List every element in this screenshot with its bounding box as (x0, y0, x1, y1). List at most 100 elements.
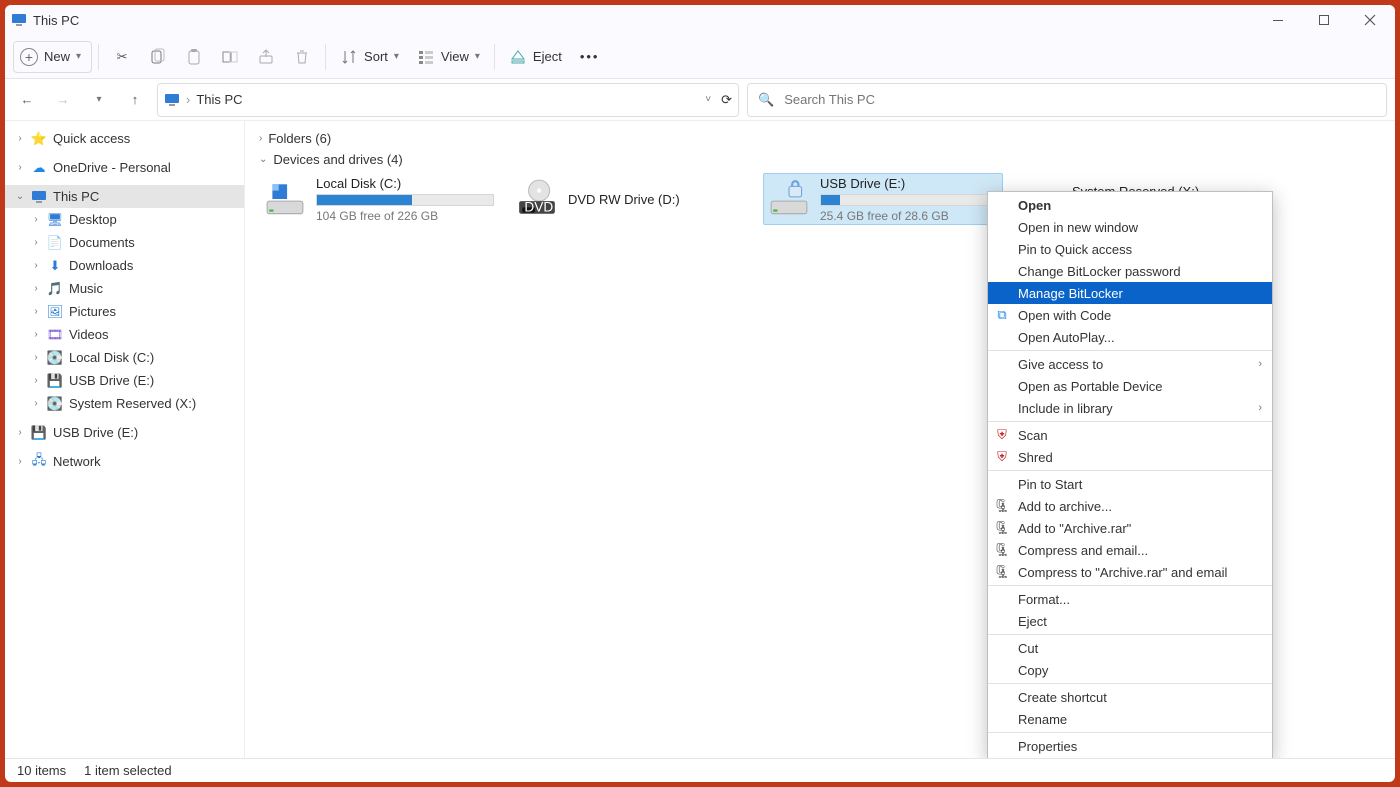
menu-properties[interactable]: Properties (988, 735, 1272, 757)
menu-open-with-code[interactable]: ⧉Open with Code (988, 304, 1272, 326)
view-button[interactable]: View ▾ (409, 41, 488, 73)
new-label: New (44, 49, 70, 64)
address-bar[interactable]: › This PC ˅ ⟳ (157, 83, 739, 117)
nav-onedrive[interactable]: ›☁OneDrive - Personal (5, 156, 244, 179)
drive-local-disk-c[interactable]: Local Disk (C:) 104 GB free of 226 GB (259, 173, 499, 225)
breadcrumb[interactable]: This PC (196, 92, 242, 107)
rename-button[interactable] (213, 41, 247, 73)
menu-open-portable[interactable]: Open as Portable Device (988, 375, 1272, 397)
drive-free: 25.4 GB free of 28.6 GB (820, 209, 998, 223)
menu-pin-start[interactable]: Pin to Start (988, 473, 1272, 495)
chevron-down-icon: ▾ (475, 51, 480, 62)
context-menu: Open Open in new window Pin to Quick acc… (987, 191, 1273, 758)
search-box[interactable]: 🔍 (747, 83, 1387, 117)
group-folders[interactable]: ›Folders (6) (259, 131, 1381, 146)
nav-this-pc[interactable]: ⌄This PC (5, 185, 244, 208)
menu-create-shortcut[interactable]: Create shortcut (988, 686, 1272, 708)
back-button[interactable]: ← (13, 86, 41, 114)
nav-downloads[interactable]: ›⬇Downloads (5, 254, 244, 277)
menu-manage-bitlocker[interactable]: Manage BitLocker (988, 282, 1272, 304)
new-button[interactable]: + New ▾ (13, 41, 92, 73)
menu-compress-email-rar[interactable]: 🗜Compress to "Archive.rar" and email (988, 561, 1272, 583)
drive-name: USB Drive (E:) (820, 176, 998, 191)
forward-button[interactable]: → (49, 86, 77, 114)
command-bar: + New ▾ ✂ Sort ▾ View ▾ Eject ••• (5, 35, 1395, 79)
chevron-down-icon: ▾ (394, 51, 399, 62)
drive-icon: 💽 (47, 350, 63, 366)
sort-label: Sort (364, 49, 388, 64)
nav-usb-e-root[interactable]: ›💾USB Drive (E:) (5, 421, 244, 444)
explorer-window: This PC + New ▾ ✂ Sort ▾ View ▾ (5, 5, 1395, 782)
recent-locations-button[interactable]: ▾ (85, 86, 113, 114)
nav-documents[interactable]: ›📄Documents (5, 231, 244, 254)
menu-change-bitlocker[interactable]: Change BitLocker password (988, 260, 1272, 282)
more-button[interactable]: ••• (572, 41, 608, 73)
maximize-button[interactable] (1301, 5, 1347, 35)
network-icon: 🖧 (31, 454, 47, 470)
chevron-down-icon: ▾ (76, 51, 81, 62)
nav-quick-access[interactable]: ›⭐Quick access (5, 127, 244, 150)
cut-button[interactable]: ✂ (105, 41, 139, 73)
view-label: View (441, 49, 469, 64)
this-pc-icon (11, 12, 27, 28)
archive-icon: 🗜 (992, 563, 1012, 581)
nav-usb-e[interactable]: ›💾USB Drive (E:) (5, 369, 244, 392)
eject-button[interactable]: Eject (501, 41, 570, 73)
drive-name: DVD RW Drive (D:) (568, 192, 746, 207)
nav-videos[interactable]: ›🎞Videos (5, 323, 244, 346)
menu-shred[interactable]: ⛨Shred (988, 446, 1272, 468)
menu-pin-quick-access[interactable]: Pin to Quick access (988, 238, 1272, 260)
menu-include-library[interactable]: Include in library› (988, 397, 1272, 419)
menu-add-archive-rar[interactable]: 🗜Add to "Archive.rar" (988, 517, 1272, 539)
menu-open-new-window[interactable]: Open in new window (988, 216, 1272, 238)
downloads-icon: ⬇ (47, 258, 63, 274)
navigation-pane: ›⭐Quick access ›☁OneDrive - Personal ⌄Th… (5, 121, 245, 758)
search-icon: 🔍 (758, 92, 774, 108)
window-title: This PC (33, 13, 79, 28)
view-icon (417, 48, 435, 66)
menu-cut[interactable]: Cut (988, 637, 1272, 659)
menu-scan[interactable]: ⛨Scan (988, 424, 1272, 446)
nav-pictures[interactable]: ›🖼Pictures (5, 300, 244, 323)
menu-give-access-to[interactable]: Give access to› (988, 353, 1272, 375)
capacity-bar (820, 194, 998, 206)
sort-button[interactable]: Sort ▾ (332, 41, 407, 73)
up-button[interactable]: ↑ (121, 86, 149, 114)
menu-compress-email[interactable]: 🗜Compress and email... (988, 539, 1272, 561)
status-bar: 10 items 1 item selected (5, 758, 1395, 782)
paste-button[interactable] (177, 41, 211, 73)
content-pane: ›Folders (6) ⌄Devices and drives (4) Loc… (245, 121, 1395, 758)
drive-usb-e[interactable]: USB Drive (E:) 25.4 GB free of 28.6 GB (763, 173, 1003, 225)
group-drives[interactable]: ⌄Devices and drives (4) (259, 152, 1381, 167)
menu-rename[interactable]: Rename (988, 708, 1272, 730)
nav-music[interactable]: ›🎵Music (5, 277, 244, 300)
archive-icon: 🗜 (992, 519, 1012, 537)
menu-copy[interactable]: Copy (988, 659, 1272, 681)
status-selected-count: 1 item selected (84, 763, 171, 778)
nav-row: ← → ▾ ↑ › This PC ˅ ⟳ 🔍 (5, 79, 1395, 121)
nav-network[interactable]: ›🖧Network (5, 450, 244, 473)
chevron-down-icon: ⌄ (259, 154, 267, 165)
close-button[interactable] (1347, 5, 1393, 35)
minimize-button[interactable] (1255, 5, 1301, 35)
refresh-button[interactable]: ⟳ (721, 92, 732, 108)
nav-local-disk-c[interactable]: ›💽Local Disk (C:) (5, 346, 244, 369)
copy-button[interactable] (141, 41, 175, 73)
nav-desktop[interactable]: ›🖥Desktop (5, 208, 244, 231)
search-input[interactable] (784, 92, 1376, 107)
share-button[interactable] (249, 41, 283, 73)
menu-open-autoplay[interactable]: Open AutoPlay... (988, 326, 1272, 348)
nav-system-reserved[interactable]: ›💽System Reserved (X:) (5, 392, 244, 415)
star-icon: ⭐ (31, 131, 47, 147)
desktop-icon: 🖥 (47, 212, 63, 228)
delete-button[interactable] (285, 41, 319, 73)
chevron-down-icon[interactable]: ˅ (705, 94, 711, 105)
menu-open[interactable]: Open (988, 194, 1272, 216)
menu-add-archive[interactable]: 🗜Add to archive... (988, 495, 1272, 517)
drive-dvd-d[interactable]: DVD DVD RW Drive (D:) (511, 173, 751, 225)
scissors-icon: ✂ (113, 48, 131, 66)
menu-format[interactable]: Format... (988, 588, 1272, 610)
usb-locked-icon (768, 178, 810, 220)
menu-eject[interactable]: Eject (988, 610, 1272, 632)
shield-icon: ⛨ (992, 426, 1012, 444)
